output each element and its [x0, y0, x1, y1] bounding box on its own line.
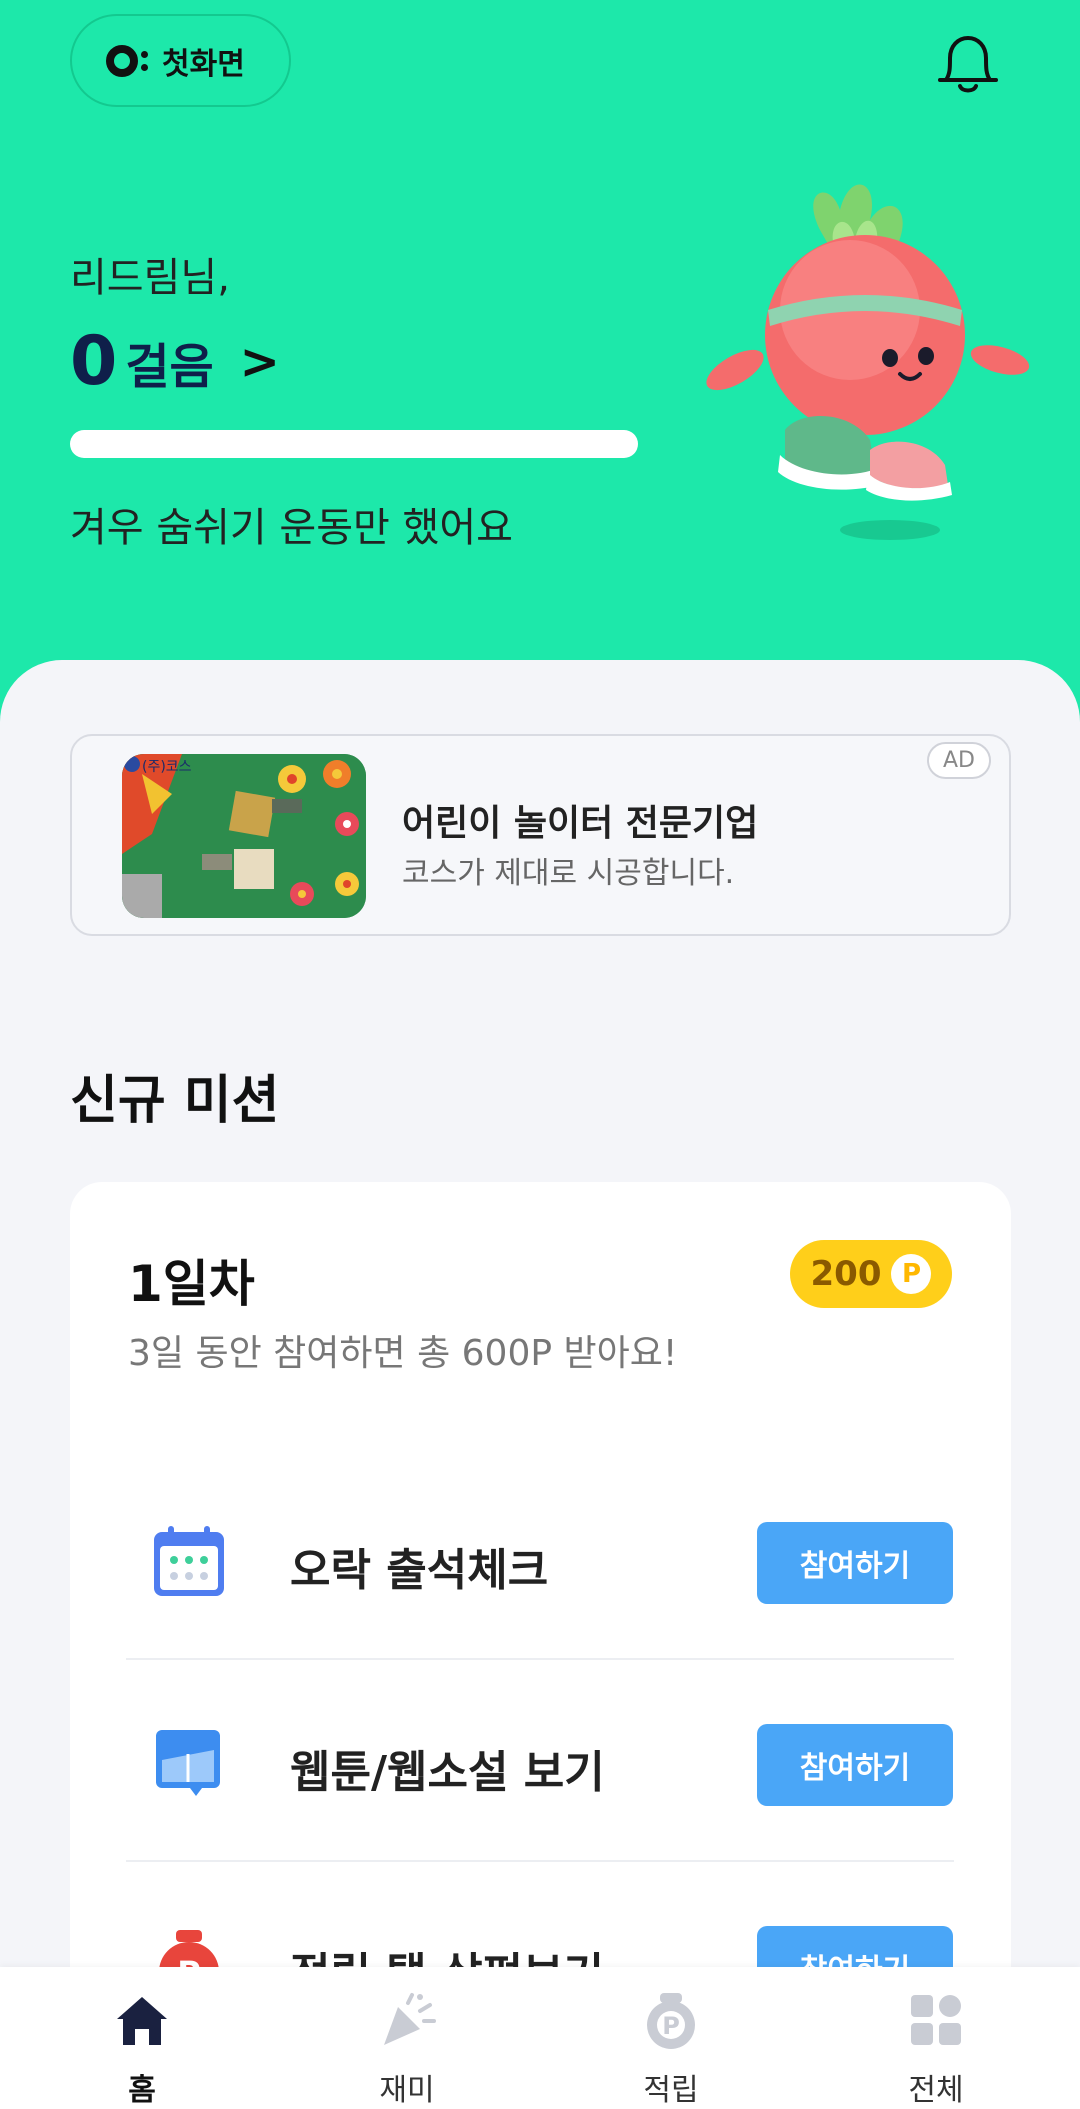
steps-unit: 걸음: [125, 339, 214, 395]
steps-value: 0: [70, 322, 118, 401]
nav-label: 홈: [128, 2073, 156, 2108]
point-value: 200: [810, 1254, 882, 1294]
join-attendance-button[interactable]: 참여하기: [757, 1522, 953, 1604]
ad-subtitle: 코스가 제대로 시공합니다.: [402, 856, 735, 891]
home-icon: [117, 1997, 167, 2045]
mission-row: 웹툰/웹소설 보기 참여하기: [126, 1660, 954, 1862]
nav-home[interactable]: 홈: [62, 1967, 222, 2109]
nav-label: 적립: [643, 2073, 699, 2108]
ocoin-logo-icon: [106, 44, 148, 77]
day-subtitle: 3일 동안 참여하면 총 600P 받아요!: [128, 1333, 678, 1374]
nav-label: 재미: [379, 2073, 435, 2108]
point-coin-icon: P: [891, 1254, 932, 1294]
steps-counter[interactable]: 0 걸음 >: [70, 327, 280, 397]
bell-icon[interactable]: [932, 28, 1004, 100]
grid-icon: [911, 1995, 961, 2045]
chevron-right-icon: >: [239, 334, 280, 390]
ad-title: 어린이 놀이터 전문기업: [402, 803, 759, 844]
greeting-text: 리드림님,: [70, 255, 230, 301]
svg-text:P: P: [662, 2012, 680, 2040]
party-popper-icon: [384, 1993, 436, 2045]
ad-image: (주)코스: [122, 754, 366, 918]
home-button[interactable]: 첫화면: [70, 14, 291, 107]
webtoon-icon: [156, 1730, 220, 1796]
steps-progress-bar: [70, 430, 638, 458]
section-title: 신규 미션: [70, 1071, 280, 1131]
mission-label: 오락 출석체크: [290, 1545, 549, 1596]
join-webtoon-button[interactable]: 참여하기: [757, 1724, 953, 1806]
nav-fun[interactable]: 재미: [327, 1967, 487, 2109]
ad-badge: AD: [927, 742, 991, 779]
step-header: 첫화면 리드림님, 0 걸음 > 겨우 숨쉬기 운동만 했어요: [0, 0, 1080, 760]
ad-banner[interactable]: (주)코스 어린이 놀이터 전문기업 코스가 제대로 시공합니다. AD: [70, 734, 1011, 936]
point-badge: 200 P: [790, 1240, 952, 1308]
status-message: 겨우 숨쉬기 운동만 했어요: [70, 505, 513, 551]
ad-image-text: (주)코스: [142, 759, 192, 775]
bottom-nav: 홈 재미 P 적립 전체: [0, 1967, 1080, 2109]
nav-all[interactable]: 전체: [856, 1967, 1016, 2109]
point-pouch-icon: P: [647, 1993, 695, 2049]
nav-earn[interactable]: P 적립: [591, 1967, 751, 2109]
calendar-icon: [154, 1526, 224, 1596]
day-title: 1일차: [128, 1255, 255, 1313]
mission-label: 웹툰/웹소설 보기: [290, 1747, 605, 1798]
nav-label: 전체: [908, 2073, 964, 2108]
home-label: 첫화면: [162, 46, 245, 82]
radish-mascot-illustration: [706, 184, 1030, 540]
mission-row: 오락 출석체크 참여하기: [126, 1458, 954, 1660]
